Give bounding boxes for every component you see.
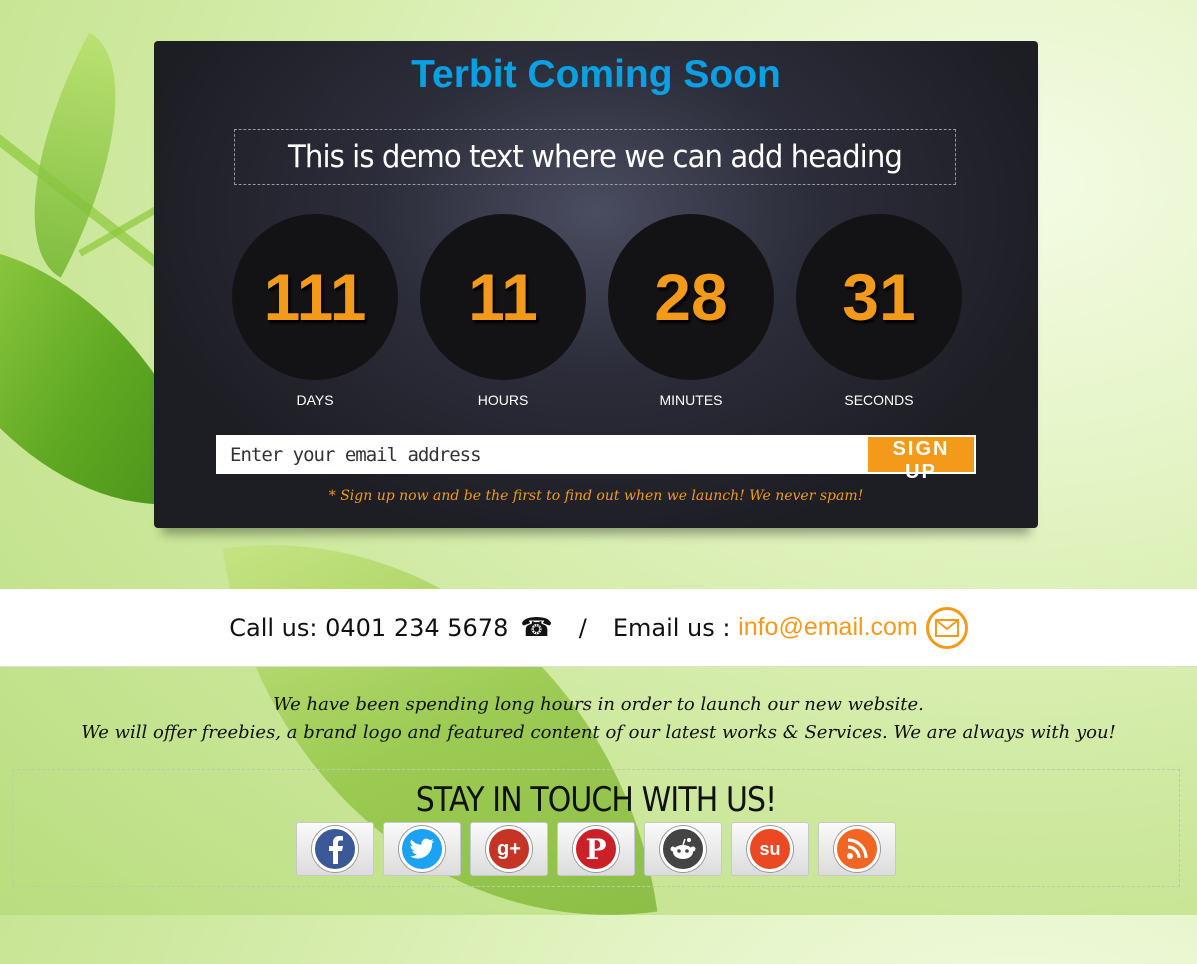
countdown-panel: Terbit Coming Soon This is demo text whe… [154,41,1038,528]
reddit-button[interactable] [644,822,722,876]
email-input[interactable] [216,435,868,474]
countdown-hours: 11 HOURS [420,214,586,408]
facebook-button[interactable] [296,822,374,876]
stumbleupon-icon: su [747,826,793,872]
social-title: STAY IN TOUCH WITH US! [415,780,777,820]
countdown-seconds: 31 SECONDS [796,214,962,408]
demo-heading: This is demo text where we can add headi… [234,129,956,185]
page-title: Terbit Coming Soon [411,53,781,96]
minutes-label: MINUTES [659,392,723,408]
signup-note: * Sign up now and be the first to find o… [328,488,864,504]
social-icons: g+ P su [296,822,896,876]
pinterest-button[interactable]: P [557,822,635,876]
minutes-value: 28 [608,214,774,380]
phone-number: 0401 234 5678 [325,613,509,642]
twitter-icon [399,826,445,872]
seconds-value: 31 [796,214,962,380]
days-label: DAYS [296,392,334,408]
about-line-2: We will offer freebies, a brand logo and… [81,722,1116,743]
contact-bar: Call us: 0401 234 5678 ☎ / Email us : in… [0,589,1197,667]
email-link[interactable]: info@email.com [738,613,918,642]
phone-icon: ☎ [520,612,553,643]
google-plus-button[interactable]: g+ [470,822,548,876]
about-text: We have been spending long hours in orde… [0,691,1197,747]
envelope-icon[interactable] [925,606,968,649]
google-plus-icon: g+ [486,826,532,872]
countdown-minutes: 28 MINUTES [608,214,774,408]
call-label: Call us: [229,613,318,642]
twitter-button[interactable] [383,822,461,876]
countdown-days: 111 DAYS [232,214,398,408]
social-section: STAY IN TOUCH WITH US! g+ P su [12,769,1180,887]
contact-separator: / [578,613,587,642]
reddit-icon [660,826,706,872]
seconds-label: SECONDS [844,392,914,408]
rss-icon [834,826,880,872]
hours-value: 11 [420,214,586,380]
rss-button[interactable] [818,822,896,876]
facebook-icon [312,826,358,872]
pinterest-icon: P [573,826,619,872]
hours-label: HOURS [477,392,529,408]
email-label: Email us : [612,613,731,642]
sign-up-button[interactable]: SIGN UP [866,435,976,483]
stumbleupon-button[interactable]: su [731,822,809,876]
days-value: 111 [232,214,398,380]
about-line-1: We have been spending long hours in orde… [273,694,924,715]
